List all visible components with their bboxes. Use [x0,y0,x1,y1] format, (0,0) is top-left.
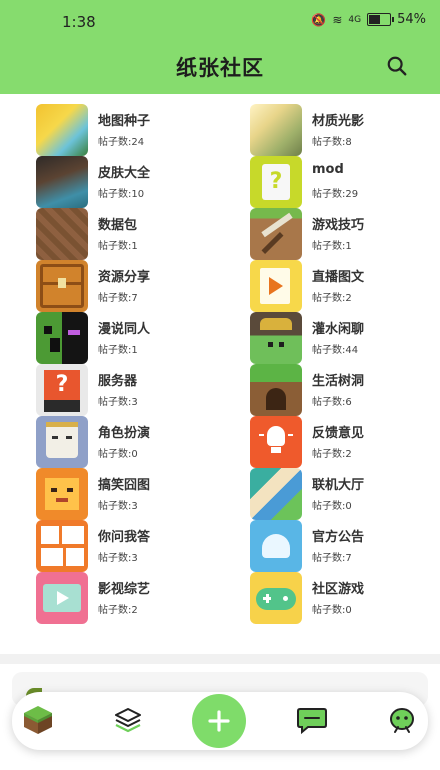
category-name: mod [312,162,344,177]
category-grid: 地图种子 帖子数:24 材质光影 帖子数:8 皮肤大全 帖子数:10 ? mod… [0,94,440,624]
chest-icon [36,260,88,312]
shader-icon [250,104,302,156]
category-card[interactable]: 影视综艺 帖子数:2 [36,572,236,624]
category-name: 资源分享 [98,270,151,285]
roleplay-icon [36,416,88,468]
layers-icon[interactable] [108,700,148,740]
add-post-button[interactable] [192,694,246,748]
category-card[interactable]: 皮肤大全 帖子数:10 [36,156,236,208]
header-bar: 1:38 🔕 ≋ 4G 54% 纸张社区 [0,0,440,94]
category-card[interactable]: 社区游戏 帖子数:0 [250,572,440,624]
wifi-icon: ≋ [332,12,343,27]
battery-percent: 54% [397,12,426,27]
category-name: 影视综艺 [98,582,151,597]
category-count: 帖子数:6 [312,397,352,408]
category-card[interactable]: 资源分享 帖子数:7 [36,260,236,312]
category-count: 帖子数:2 [98,605,138,616]
announcement-icon [250,520,302,572]
miner-icon [250,312,302,364]
category-card[interactable]: 联机大厅 帖子数:0 [250,468,440,520]
category-card[interactable]: 角色扮演 帖子数:0 [36,416,236,468]
section-divider [0,654,440,664]
category-name: 联机大厅 [312,478,365,493]
category-count: 帖子数:0 [98,449,138,460]
category-card[interactable]: 直播图文 帖子数:2 [250,260,440,312]
live-icon [250,260,302,312]
qa-icon [36,520,88,572]
category-count: 帖子数:3 [98,397,138,408]
category-count: 帖子数:24 [98,137,145,148]
bottom-nav [12,692,428,750]
category-count: 帖子数:0 [312,605,352,616]
lightbulb-icon [250,416,302,468]
profile-icon[interactable] [382,700,422,740]
category-card[interactable]: 官方公告 帖子数:7 [250,520,440,572]
status-icons: 🔕 ≋ 4G 54% [311,12,426,27]
category-count: 帖子数:3 [98,553,138,564]
pickaxe-icon [250,208,302,260]
category-count: 帖子数:10 [98,189,145,200]
category-card[interactable]: 反馈意见 帖子数:2 [250,416,440,468]
datapack-icon [36,208,88,260]
status-time: 1:38 [62,13,96,31]
category-count: 帖子数:29 [312,189,359,200]
category-name: 灌水闲聊 [312,322,365,337]
category-card[interactable]: 生活树洞 帖子数:6 [250,364,440,416]
category-name: 服务器 [98,374,138,389]
chat-bubble-icon[interactable] [292,700,332,740]
category-count: 帖子数:44 [312,345,359,356]
category-card[interactable]: 地图种子 帖子数:24 [36,104,236,156]
category-card[interactable]: ? mod 帖子数:29 [250,156,440,208]
category-name: 你问我答 [98,530,151,545]
category-name: 社区游戏 [312,582,365,597]
signal-label: 4G [348,14,362,25]
category-card[interactable]: 灌水闲聊 帖子数:44 [250,312,440,364]
category-card[interactable]: 你问我答 帖子数:3 [36,520,236,572]
category-name: 角色扮演 [98,426,151,441]
grass-block-icon[interactable] [18,700,58,740]
category-count: 帖子数:1 [98,345,138,356]
category-count: 帖子数:0 [312,501,352,512]
category-name: 直播图文 [312,270,365,285]
tree-hole-icon [250,364,302,416]
mute-icon: 🔕 [311,12,327,27]
category-count: 帖子数:7 [98,293,138,304]
category-card[interactable]: ? 服务器 帖子数:3 [36,364,236,416]
category-card[interactable]: 搞笑囧图 帖子数:3 [36,468,236,520]
category-card[interactable]: 数据包 帖子数:1 [36,208,236,260]
category-name: 游戏技巧 [312,218,365,233]
category-name: 漫说同人 [98,322,151,337]
creeper-enderman-icon [36,312,88,364]
category-count: 帖子数:8 [312,137,352,148]
category-name: 材质光影 [312,114,365,129]
category-card[interactable]: 材质光影 帖子数:8 [250,104,440,156]
server-icon: ? [36,364,88,416]
funny-icon [36,468,88,520]
battery-icon [367,13,395,26]
category-name: 官方公告 [312,530,365,545]
skin-icon [36,156,88,208]
gamepad-icon [250,572,302,624]
category-count: 帖子数:7 [312,553,352,564]
mod-icon: ? [250,156,302,208]
category-count: 帖子数:1 [312,241,352,252]
map-seed-icon [36,104,88,156]
category-name: 皮肤大全 [98,166,151,181]
add-icon [208,710,230,732]
category-card[interactable]: 漫说同人 帖子数:1 [36,312,236,364]
category-count: 帖子数:3 [98,501,138,512]
video-icon [36,572,88,624]
category-name: 反馈意见 [312,426,365,441]
category-name: 生活树洞 [312,374,365,389]
category-name: 搞笑囧图 [98,478,151,493]
page-title: 纸张社区 [176,56,264,80]
category-name: 数据包 [98,218,138,233]
category-card[interactable]: 游戏技巧 帖子数:1 [250,208,440,260]
category-count: 帖子数:1 [98,241,138,252]
category-name: 地图种子 [98,114,151,129]
category-count: 帖子数:2 [312,293,352,304]
category-count: 帖子数:2 [312,449,352,460]
multiplayer-icon [250,468,302,520]
search-icon[interactable] [386,55,408,77]
